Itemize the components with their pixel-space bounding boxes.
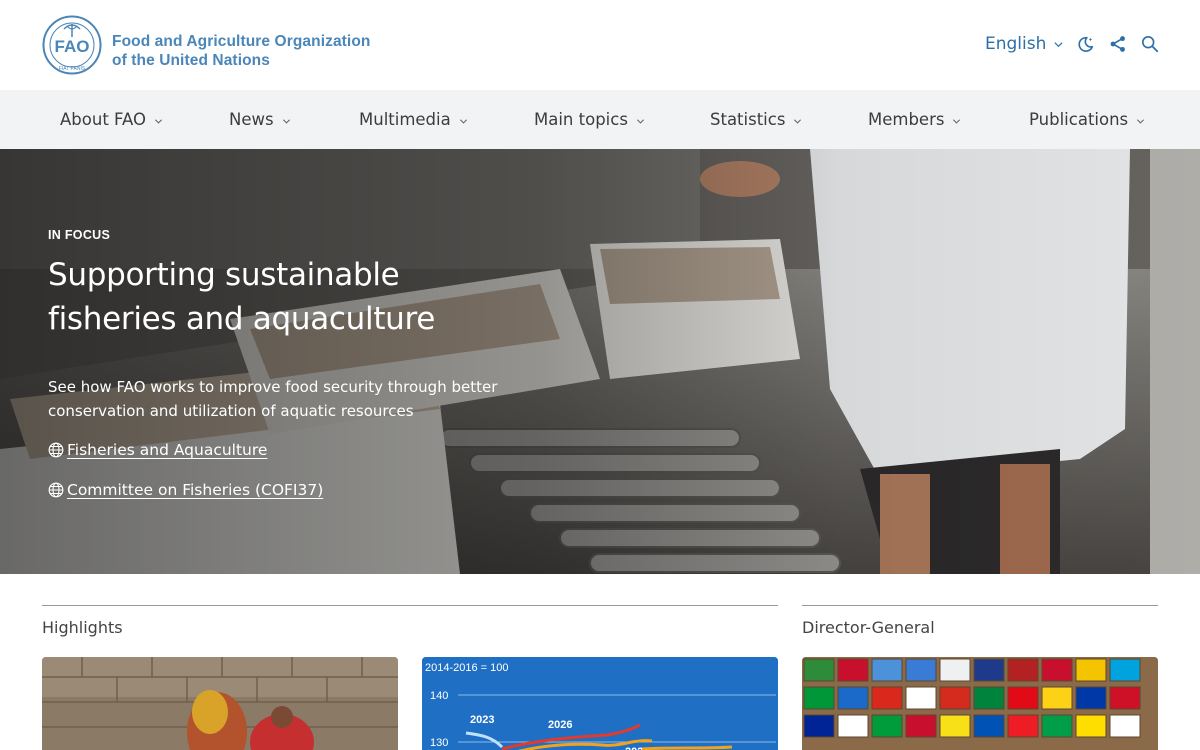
year-label: 2023 bbox=[470, 714, 494, 726]
director-general-divider bbox=[802, 605, 1158, 606]
nav-item-about-fao[interactable]: About FAO bbox=[60, 90, 163, 149]
chevron-down-icon bbox=[1054, 41, 1063, 47]
cofi-link[interactable]: Committee on Fisheries (COFI37) bbox=[48, 481, 323, 499]
fao-logo[interactable]: FAO FIAT PANIS bbox=[42, 15, 102, 75]
language-selector[interactable]: English bbox=[985, 34, 1063, 54]
hero-background-image bbox=[0, 149, 1200, 574]
share-icon[interactable] bbox=[1109, 35, 1127, 53]
nav-item-label: Main topics bbox=[534, 110, 628, 129]
hero-banner: IN FOCUS Supporting sustainable fisherie… bbox=[0, 149, 1200, 574]
main-nav: About FAO News Multimedia Main topics St… bbox=[0, 90, 1200, 149]
dark-mode-icon[interactable] bbox=[1077, 35, 1095, 53]
price-index-chart: 2014-2016 = 100 140 130 2023 2026 2025 bbox=[422, 657, 778, 750]
chevron-down-icon bbox=[154, 119, 163, 124]
nav-item-label: Publications bbox=[1029, 110, 1129, 129]
in-focus-label: IN FOCUS bbox=[48, 228, 111, 242]
link-label: Committee on Fisheries (COFI37) bbox=[67, 481, 324, 499]
site-header: FAO FIAT PANIS Food and Agriculture Orga… bbox=[0, 0, 1200, 90]
language-label: English bbox=[985, 34, 1047, 54]
search-icon[interactable] bbox=[1141, 35, 1159, 53]
fisheries-link[interactable]: Fisheries and Aquaculture bbox=[48, 441, 267, 459]
hero-description: See how FAO works to improve food securi… bbox=[48, 378, 498, 420]
chevron-down-icon bbox=[459, 119, 467, 124]
nav-item-publications[interactable]: Publications bbox=[1029, 90, 1145, 149]
nav-item-label: News bbox=[229, 110, 274, 129]
globe-icon bbox=[48, 442, 64, 458]
nav-item-label: About FAO bbox=[60, 110, 146, 129]
nav-item-members[interactable]: Members bbox=[868, 90, 961, 149]
highlights-divider bbox=[42, 605, 778, 606]
highlight-card-photo[interactable] bbox=[42, 657, 398, 750]
org-name-line2: of the United Nations bbox=[112, 52, 270, 69]
nav-item-main-topics[interactable]: Main topics bbox=[534, 90, 645, 149]
org-name[interactable]: Food and Agriculture Organization of the… bbox=[112, 32, 370, 70]
flags-wall-image bbox=[802, 657, 1158, 750]
hero-title: Supporting sustainable fisheries and aqu… bbox=[48, 257, 436, 337]
nav-item-statistics[interactable]: Statistics bbox=[710, 90, 802, 149]
highlight-photo-image bbox=[42, 657, 398, 750]
nav-item-multimedia[interactable]: Multimedia bbox=[359, 90, 468, 149]
director-general-title: Director-General bbox=[802, 618, 935, 637]
logo-letters: FAO bbox=[55, 37, 90, 56]
chart-base-label: 2014-2016 = 100 bbox=[425, 662, 509, 674]
year-label: 2026 bbox=[548, 719, 572, 731]
chevron-down-icon bbox=[282, 119, 290, 124]
chevron-down-icon bbox=[636, 119, 644, 124]
highlight-card-chart[interactable]: 2014-2016 = 100 140 130 2023 2026 2025 bbox=[422, 657, 778, 750]
tick-label: 140 bbox=[430, 690, 448, 702]
nav-item-label: Multimedia bbox=[359, 110, 451, 129]
org-name-line1: Food and Agriculture Organization bbox=[112, 33, 371, 50]
chevron-down-icon bbox=[953, 119, 961, 124]
nav-item-news[interactable]: News bbox=[229, 90, 291, 149]
highlights-title: Highlights bbox=[42, 618, 123, 637]
nav-item-label: Statistics bbox=[710, 110, 786, 129]
link-label: Fisheries and Aquaculture bbox=[67, 441, 268, 459]
tick-label: 130 bbox=[430, 737, 448, 749]
director-general-card[interactable] bbox=[802, 657, 1158, 750]
chevron-down-icon bbox=[794, 119, 802, 124]
logo-motto: FIAT PANIS bbox=[59, 66, 86, 72]
globe-icon bbox=[48, 482, 64, 498]
chevron-down-icon bbox=[1137, 119, 1145, 124]
nav-item-label: Members bbox=[868, 110, 945, 129]
